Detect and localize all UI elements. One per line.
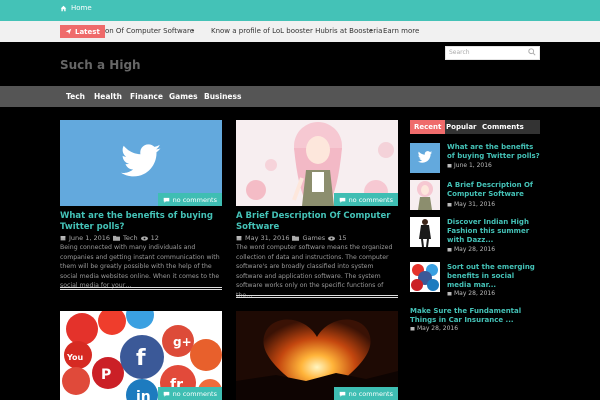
sidebar-date-text: May 28, 2016 bbox=[454, 246, 496, 253]
folder-icon bbox=[292, 235, 300, 241]
nav-item-tech[interactable]: Tech bbox=[66, 92, 85, 101]
comments-badge-label: no comments bbox=[348, 389, 393, 398]
sidebar-post-date: May 28, 2016 bbox=[447, 290, 495, 297]
comments-badge-label: no comments bbox=[172, 389, 217, 398]
sidebar-post-date: May 28, 2016 bbox=[410, 325, 458, 332]
ticker-separator: • bbox=[369, 27, 374, 35]
search-placeholder: Search bbox=[449, 49, 470, 56]
post-excerpt: The word computer software means the org… bbox=[236, 244, 393, 299]
comment-icon bbox=[339, 391, 345, 397]
sidebar-date-text: May 31, 2016 bbox=[454, 201, 496, 208]
ticker-separator: • bbox=[191, 27, 196, 35]
post-meta: May 31, 2016 Games 15 bbox=[236, 234, 346, 242]
comment-icon bbox=[163, 197, 169, 203]
sidebar-post-title[interactable]: What are the benefits of buying Twitter … bbox=[447, 143, 540, 161]
home-label: Home bbox=[71, 4, 92, 12]
sidebar-post-title[interactable]: Sort out the emerging benefits in social… bbox=[447, 263, 540, 290]
post-views: 12 bbox=[150, 234, 159, 242]
paper-plane-icon bbox=[65, 28, 72, 35]
news-ticker: Latest otion Of Computer Software • Know… bbox=[0, 21, 600, 60]
sidebar-thumbnail[interactable] bbox=[410, 143, 440, 173]
eye-icon bbox=[140, 235, 148, 241]
ticker-items: otion Of Computer Software • Know a prof… bbox=[96, 21, 420, 42]
sidebar-thumbnail[interactable] bbox=[410, 262, 440, 292]
top-bar: Home bbox=[0, 0, 600, 21]
svg-text:in: in bbox=[136, 389, 151, 400]
sidebar-date-text: May 28, 2016 bbox=[454, 290, 496, 297]
sidebar-post-date: May 31, 2016 bbox=[447, 201, 495, 208]
sidebar-post-date: June 1, 2016 bbox=[447, 162, 492, 169]
main-nav: Tech Health Finance Games Business bbox=[0, 86, 600, 107]
twitter-bird-icon bbox=[417, 151, 433, 163]
search-icon[interactable] bbox=[528, 48, 536, 56]
post-excerpt: Being connected with many individuals an… bbox=[60, 244, 220, 289]
calendar-icon bbox=[447, 164, 452, 168]
nav-item-health[interactable]: Health bbox=[94, 92, 122, 101]
calendar-icon bbox=[447, 203, 452, 207]
post-divider bbox=[236, 295, 398, 298]
tab-recent[interactable]: Recent bbox=[410, 120, 446, 134]
post-title[interactable]: What are the benefits of buying Twitter … bbox=[60, 211, 225, 233]
eye-icon bbox=[328, 235, 336, 241]
latest-label: Latest bbox=[75, 27, 100, 36]
post-thumbnail-social-icons[interactable]: g+ f You fr in P no comments bbox=[60, 311, 222, 400]
sidebar-post-title[interactable]: A Brief Description Of Computer Software bbox=[447, 181, 540, 199]
comments-badge[interactable]: no comments bbox=[333, 387, 398, 400]
nav-item-games[interactable]: Games bbox=[169, 92, 198, 101]
sidebar-post-title[interactable]: Make Sure the Fundamental Things in Car … bbox=[410, 307, 540, 325]
post-category[interactable]: Games bbox=[302, 234, 325, 242]
post-date: May 31, 2016 bbox=[245, 234, 290, 242]
ticker-item[interactable]: Earn more go bbox=[383, 27, 420, 35]
twitter-bird-icon bbox=[121, 144, 161, 177]
calendar-icon bbox=[236, 236, 242, 241]
folder-icon bbox=[113, 235, 121, 241]
sidebar-date-text: May 28, 2016 bbox=[417, 325, 459, 332]
svg-text:You: You bbox=[66, 353, 84, 362]
comments-badge-label: no comments bbox=[172, 195, 217, 204]
calendar-icon bbox=[410, 327, 415, 331]
tab-comments[interactable]: Comments bbox=[482, 120, 524, 134]
post-views: 15 bbox=[338, 234, 347, 242]
comments-badge-label: no comments bbox=[348, 195, 393, 204]
post-thumbnail-heart-sunset[interactable]: no comments bbox=[236, 311, 398, 400]
sidebar-thumbnail[interactable] bbox=[410, 180, 440, 210]
ticker-item[interactable]: Know a profile of LoL booster Hubris at … bbox=[211, 27, 382, 35]
sidebar-date-text: June 1, 2016 bbox=[454, 162, 492, 169]
site-title[interactable]: Such a High bbox=[60, 58, 141, 72]
home-link[interactable]: Home bbox=[60, 4, 92, 12]
post-thumbnail-twitter[interactable]: no comments bbox=[60, 120, 222, 206]
calendar-icon bbox=[60, 236, 66, 241]
post-thumbnail-anime[interactable]: no comments bbox=[236, 120, 398, 206]
comment-icon bbox=[339, 197, 345, 203]
anime-thumbnail-illustration bbox=[417, 181, 433, 210]
post-divider bbox=[60, 287, 222, 290]
svg-text:f: f bbox=[136, 346, 146, 371]
tab-popular[interactable]: Popular bbox=[446, 120, 477, 134]
sidebar-tabs: Recent Popular Comments bbox=[410, 120, 540, 134]
fashion-model-illustration bbox=[419, 219, 431, 247]
ticker-item[interactable]: otion Of Computer Software bbox=[96, 27, 194, 35]
sidebar-thumbnail[interactable] bbox=[410, 217, 440, 247]
nav-item-finance[interactable]: Finance bbox=[130, 92, 163, 101]
post-date: June 1, 2016 bbox=[69, 234, 111, 242]
latest-badge: Latest bbox=[60, 25, 105, 38]
svg-text:g+: g+ bbox=[173, 335, 192, 349]
svg-text:P: P bbox=[101, 367, 111, 383]
calendar-icon bbox=[447, 248, 452, 252]
comment-icon bbox=[163, 391, 169, 397]
comments-badge[interactable]: no comments bbox=[157, 193, 222, 206]
calendar-icon bbox=[447, 292, 452, 296]
sidebar-post-title[interactable]: Discover Indian High Fashion this summer… bbox=[447, 218, 540, 245]
home-icon bbox=[60, 5, 67, 11]
post-title[interactable]: A Brief Description Of Computer Software bbox=[236, 211, 401, 233]
comments-badge[interactable]: no comments bbox=[157, 387, 222, 400]
nav-item-business[interactable]: Business bbox=[204, 92, 241, 101]
post-meta: June 1, 2016 Tech 12 bbox=[60, 234, 159, 242]
social-icons-thumbnail bbox=[411, 264, 439, 291]
search-input[interactable]: Search bbox=[445, 46, 540, 60]
sidebar-post-date: May 28, 2016 bbox=[447, 246, 495, 253]
post-category[interactable]: Tech bbox=[123, 234, 138, 242]
comments-badge[interactable]: no comments bbox=[333, 193, 398, 206]
